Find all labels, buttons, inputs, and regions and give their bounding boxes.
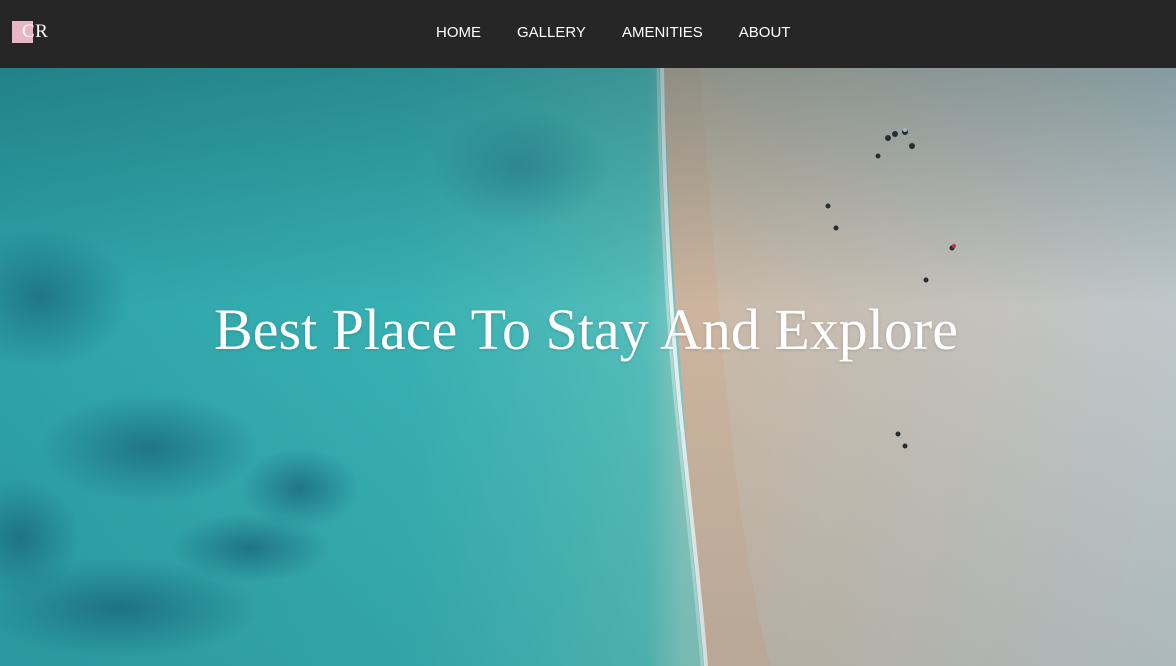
nav-gallery-link[interactable]: GALLERY: [517, 23, 586, 43]
nav-about-link[interactable]: ABOUT: [739, 23, 791, 43]
hero-section: Best Place To Stay And Explore: [0, 68, 1176, 666]
navbar: CR HOME GALLERY AMENITIES ABOUT: [0, 0, 1176, 68]
nav-amenities-link[interactable]: AMENITIES: [622, 23, 703, 43]
nav-links: HOME GALLERY AMENITIES ABOUT: [436, 23, 826, 43]
nav-home-link[interactable]: HOME: [436, 23, 481, 43]
hero-title: Best Place To Stay And Explore: [214, 297, 958, 362]
site-logo[interactable]: CR: [12, 20, 48, 44]
logo-text: CR: [22, 21, 49, 42]
